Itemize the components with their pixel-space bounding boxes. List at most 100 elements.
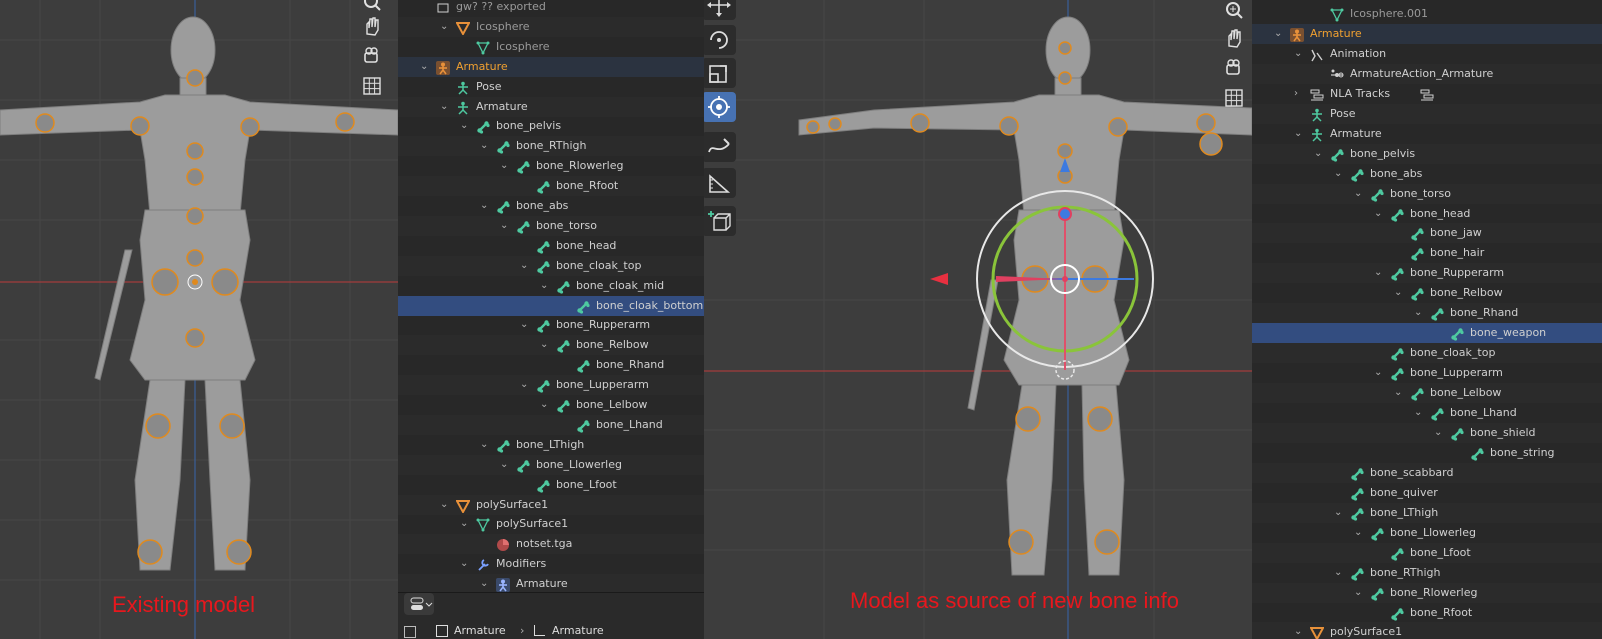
outliner-row[interactable]: ⌄ Armature [1252, 23, 1602, 44]
grid-view-icon[interactable] [1222, 86, 1246, 110]
disclosure-triangle-icon[interactable]: ⌄ [460, 121, 468, 131]
viewport-left[interactable]: Existing model [0, 0, 398, 639]
disclosure-triangle-icon[interactable]: › [1294, 88, 1302, 98]
disclosure-triangle-icon[interactable]: ⌄ [1334, 168, 1342, 178]
disclosure-triangle-icon[interactable]: ⌄ [440, 21, 448, 31]
outliner-row[interactable]: ⌄ bone_LThigh [1252, 502, 1602, 523]
outliner-row[interactable]: ⌄ bone_pelvis [398, 116, 704, 136]
outliner-row[interactable]: ⌄ bone_cloak_top [398, 255, 704, 276]
outliner-row[interactable]: ⌄ bone_shield [1252, 422, 1602, 443]
zoom-icon[interactable] [1222, 0, 1246, 22]
outliner-row[interactable]: bone_scabbard [1252, 462, 1602, 483]
outliner-row[interactable]: ⌄ polySurface1 [398, 494, 704, 515]
outliner-row[interactable]: ⌄ Animation [1252, 44, 1602, 64]
disclosure-triangle-icon[interactable]: ⌄ [540, 340, 548, 350]
outliner-row[interactable]: › NLA Tracks [1252, 84, 1602, 104]
measure-tool-icon[interactable] [704, 168, 736, 198]
outliner-right[interactable]: Icosphere.001 ⌄ Armature ⌄ Animation Armature… [1252, 0, 1602, 639]
scale-tool-icon[interactable] [704, 58, 736, 88]
outliner-row[interactable]: ArmatureAction_Armature [1252, 63, 1602, 84]
outliner-row[interactable]: bone_jaw [1252, 223, 1602, 244]
outliner-row[interactable]: ⌄ bone_Lupperarm [398, 375, 704, 396]
disclosure-triangle-icon[interactable]: ⌄ [500, 161, 508, 171]
disclosure-triangle-icon[interactable]: ⌄ [1394, 388, 1402, 398]
disclosure-triangle-icon[interactable]: ⌄ [1334, 567, 1342, 577]
outliner-row[interactable]: ⌄ Armature [1252, 124, 1602, 144]
outliner-row[interactable]: Icosphere.001 [1252, 4, 1602, 24]
disclosure-triangle-icon[interactable]: ⌄ [1334, 507, 1342, 517]
outliner-row[interactable]: ⌄ bone_Lelbow [398, 395, 704, 415]
outliner-row[interactable]: Pose [398, 77, 704, 97]
outliner-row[interactable]: bone_cloak_bottom [398, 295, 704, 316]
outliner-row[interactable]: bone_head [398, 236, 704, 256]
outliner-row[interactable]: notset.tga [398, 534, 704, 555]
outliner-row[interactable]: bone_weapon [1252, 323, 1602, 344]
viewport-right[interactable]: Model as source of new bone info [704, 0, 1252, 639]
outliner-row[interactable]: ⌄ bone_torso [1252, 183, 1602, 204]
outliner-row[interactable]: bone_string [1252, 443, 1602, 463]
disclosure-triangle-icon[interactable]: ⌄ [480, 579, 488, 589]
outliner-row[interactable]: ⌄ bone_Relbow [1252, 283, 1602, 303]
outliner-row[interactable]: ⌄ bone_LThigh [398, 435, 704, 455]
disclosure-triangle-icon[interactable]: ⌄ [480, 141, 488, 151]
disclosure-triangle-icon[interactable]: ⌄ [1294, 128, 1302, 138]
filter-toggle-button[interactable] [404, 593, 434, 615]
disclosure-triangle-icon[interactable]: ⌄ [520, 260, 528, 270]
outliner-row[interactable]: ⌄ bone_torso [398, 215, 704, 236]
breadcrumb-item-1[interactable]: Armature [552, 624, 604, 637]
outliner-row[interactable]: Icosphere [398, 37, 704, 57]
outliner-row[interactable]: bone_cloak_top [1252, 343, 1602, 364]
disclosure-triangle-icon[interactable]: ⌄ [1374, 208, 1382, 218]
outliner-row[interactable]: ⌄ bone_head [1252, 204, 1602, 224]
outliner-row[interactable]: Pose [1252, 103, 1602, 124]
disclosure-triangle-icon[interactable]: ⌄ [480, 201, 488, 211]
outliner-row[interactable]: gw? ?? exported [398, 0, 704, 17]
disclosure-triangle-icon[interactable]: ⌄ [1274, 28, 1282, 38]
outliner-row[interactable]: ⌄ bone_cloak_mid [398, 276, 704, 296]
outliner-row[interactable]: ⌄ bone_pelvis [1252, 143, 1602, 164]
grid-view-icon[interactable] [360, 74, 384, 98]
outliner-row[interactable]: ⌄ polySurface1 [1252, 622, 1602, 639]
disclosure-triangle-icon[interactable]: ⌄ [1374, 268, 1382, 278]
disclosure-triangle-icon[interactable]: ⌄ [1314, 148, 1322, 158]
outliner-row[interactable]: ⌄ Icosphere [398, 16, 704, 37]
outliner-row[interactable]: ⌄ Armature [398, 96, 704, 117]
nla-tweak-icon[interactable] [1420, 87, 1434, 101]
outliner-row[interactable]: ⌄ bone_Llowerleg [398, 454, 704, 475]
disclosure-triangle-icon[interactable]: ⌄ [500, 220, 508, 230]
disclosure-triangle-icon[interactable]: ⌄ [1354, 587, 1362, 597]
disclosure-triangle-icon[interactable]: ⌄ [440, 101, 448, 111]
disclosure-triangle-icon[interactable]: ⌄ [540, 280, 548, 290]
outliner-row[interactable]: ⌄ bone_Rlowerleg [1252, 582, 1602, 603]
outliner-row[interactable]: ⌄ bone_RThigh [398, 136, 704, 157]
outliner-row[interactable]: ⌄ bone_Llowerleg [1252, 523, 1602, 543]
outliner-row[interactable]: bone_Lfoot [398, 475, 704, 495]
outliner-row[interactable]: ⌄ bone_Rlowerleg [398, 156, 704, 176]
outliner-left[interactable]: gw? ?? exported ⌄ Icosphere Icosphere ⌄ Armat… [398, 0, 704, 639]
disclosure-triangle-icon[interactable]: ⌄ [1294, 627, 1302, 637]
outliner-row[interactable]: bone_Lfoot [1252, 542, 1602, 563]
rotate-tool-icon[interactable] [704, 25, 736, 55]
camera-icon[interactable] [360, 44, 384, 68]
outliner-row[interactable]: ⌄ bone_RThigh [1252, 563, 1602, 583]
outliner-row[interactable]: ⌄ bone_Rupperarm [398, 315, 704, 335]
outliner-row[interactable]: ⌄ bone_abs [1252, 164, 1602, 184]
outliner-row[interactable]: ⌄ Armature [398, 56, 704, 77]
disclosure-triangle-icon[interactable]: ⌄ [1374, 368, 1382, 378]
hand-pan-icon[interactable] [1222, 26, 1246, 50]
transform-tool-icon[interactable] [704, 92, 736, 122]
outliner-row[interactable]: ⌄ polySurface1 [398, 514, 704, 534]
disclosure-triangle-icon[interactable]: ⌄ [520, 320, 528, 330]
zoom-icon[interactable] [360, 0, 384, 14]
outliner-row[interactable]: ⌄ bone_Lupperarm [1252, 363, 1602, 383]
outliner-row[interactable]: bone_hair [1252, 243, 1602, 263]
breadcrumb-item-0[interactable]: Armature [454, 624, 506, 637]
disclosure-triangle-icon[interactable]: ⌄ [1354, 188, 1362, 198]
add-cube-tool-icon[interactable] [704, 206, 736, 236]
disclosure-triangle-icon[interactable]: ⌄ [1414, 308, 1422, 318]
outliner-row[interactable]: bone_Lhand [398, 414, 704, 435]
disclosure-triangle-icon[interactable]: ⌄ [1294, 48, 1302, 58]
disclosure-triangle-icon[interactable]: ⌄ [1414, 408, 1422, 418]
outliner-row[interactable]: ⌄ bone_Relbow [398, 335, 704, 356]
disclosure-triangle-icon[interactable]: ⌄ [420, 61, 428, 71]
